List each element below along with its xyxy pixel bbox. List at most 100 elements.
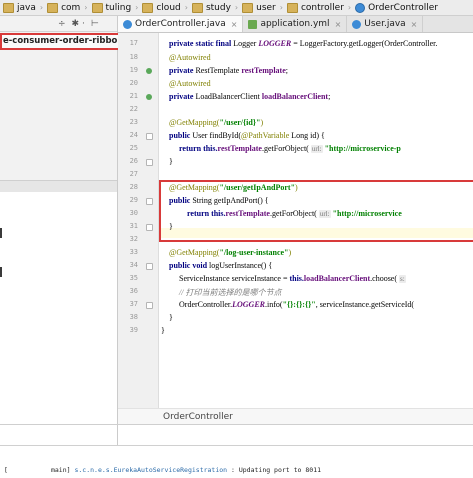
java-class-icon [352, 19, 362, 29]
module-node-highlighted[interactable]: e-consumer-order-ribbon] [0, 33, 120, 50]
parameter-hint: s: [399, 275, 406, 283]
code-text: logUserInstance() { [209, 261, 273, 270]
code-line: private LoadBalancerClient loadBalancerC… [169, 92, 331, 101]
keyword: this. [289, 274, 304, 283]
line-number-gutter[interactable]: 17 18 19 20 21 22 23 24 25 26 27 28 29 3… [118, 33, 159, 408]
collapse-icon[interactable]: ÷ [58, 19, 66, 29]
line-number: 35 [129, 274, 138, 282]
code-line: @Autowired [169, 53, 211, 62]
annotation: @GetMapping( [169, 118, 220, 127]
folder-icon [47, 2, 59, 13]
fold-icon[interactable] [146, 133, 153, 140]
breadcrumb-cloud[interactable]: cloud [139, 0, 183, 15]
code-line: public void logUserInstance() { [169, 261, 272, 270]
line-number: 23 [129, 118, 138, 126]
folder-icon [142, 2, 154, 13]
tab-user-java[interactable]: User.java × [347, 16, 424, 32]
line-number: 37 [129, 300, 138, 308]
code-text: .choose( [370, 274, 398, 283]
java-class-icon [123, 19, 132, 29]
breadcrumb-java[interactable]: java [0, 0, 39, 15]
line-number: 32 [129, 235, 138, 243]
breadcrumb-label: tuling [105, 2, 132, 13]
parameter-hint: url: [310, 145, 323, 153]
line-number: 38 [129, 313, 138, 321]
console-thread: main] [50, 466, 71, 474]
console-line: [ main] s.c.n.e.s.EurekaAutoServiceRegis… [4, 466, 321, 474]
highlight-box [159, 180, 473, 242]
code-text: Long id) { [291, 131, 325, 140]
string-literal: "{}:{}:{}" [282, 300, 316, 309]
code-line: @Autowired [169, 79, 211, 88]
fold-icon[interactable] [146, 159, 153, 166]
code-line: } [169, 313, 173, 322]
folder-icon [242, 2, 254, 13]
code-text: OrderController. [179, 300, 233, 309]
close-icon[interactable]: × [231, 20, 238, 29]
breadcrumb-label: controller [300, 2, 344, 13]
string-literal: "/log-user-instance" [219, 248, 289, 257]
string-literal: "http://microservice-p [324, 144, 401, 153]
fold-icon[interactable] [146, 302, 153, 309]
bean-icon[interactable] [146, 94, 152, 100]
tab-ordercontroller-java[interactable]: OrderController.java × [118, 16, 244, 32]
annotation: @PathVariable [241, 131, 290, 140]
line-number: 18 [129, 53, 138, 61]
line-number: 31 [129, 222, 138, 230]
run-console[interactable]: [ main] s.c.n.e.s.EurekaAutoServiceRegis… [0, 445, 473, 478]
line-number: 26 [129, 157, 138, 165]
breadcrumb-tuling[interactable]: tuling [89, 0, 135, 15]
breadcrumb-study[interactable]: study [189, 0, 234, 15]
keyword: private [169, 66, 194, 75]
annotation: @GetMapping( [169, 248, 220, 257]
breadcrumb-com[interactable]: com [44, 0, 83, 15]
line-number: 20 [129, 79, 138, 87]
breadcrumb-ordercontroller[interactable]: OrderController [352, 0, 441, 15]
breadcrumb-user[interactable]: user [239, 0, 279, 15]
fold-icon[interactable] [146, 263, 153, 270]
keyword: private [169, 92, 194, 101]
breadcrumb-label: cloud [156, 2, 181, 13]
fold-icon[interactable] [146, 198, 153, 205]
breadcrumb-controller[interactable]: controller [284, 0, 347, 15]
keyword: return this. [179, 144, 218, 153]
breadcrumb-label: java [17, 2, 36, 13]
line-number: 30 [129, 209, 138, 217]
line-number: 29 [129, 196, 138, 204]
type-name: Logger [233, 39, 257, 48]
code-line: @GetMapping("/log-user-instance") [169, 248, 291, 257]
field-name: restTemplate [217, 144, 262, 153]
field-name: LOGGER [232, 300, 265, 309]
code-text: .getForObject( [261, 144, 309, 153]
type-name: LoadBalancerClient [195, 92, 260, 101]
console-logger: s.c.n.e.s.EurekaAutoServiceRegistration [74, 466, 228, 474]
structure-crumb[interactable]: OrderController [163, 412, 233, 422]
tab-application-yml[interactable]: application.yml × [243, 16, 348, 32]
editor-structure-breadcrumb[interactable]: OrderController [118, 408, 473, 425]
hide-pane-icon[interactable]: ⊢ [91, 19, 99, 29]
keyword: public void [169, 261, 208, 270]
folder-icon [191, 2, 203, 13]
settings-gear-icon[interactable]: ✱ · [72, 19, 85, 29]
breadcrumb-label: com [61, 2, 81, 13]
bean-icon[interactable] [146, 68, 152, 74]
fold-icon[interactable] [146, 224, 153, 231]
code-text: , serviceInstance.getServiceId( [315, 300, 415, 309]
code-editor[interactable]: private static final Logger LOGGER = Log… [159, 33, 473, 408]
close-icon[interactable]: × [335, 20, 342, 29]
structure-pane [0, 192, 117, 452]
line-number: 25 [129, 144, 138, 152]
project-pane: ÷ ✱ · ⊢ e-consumer-order-ribbon] [0, 16, 120, 477]
tree-marker [0, 267, 2, 277]
code-line: return this.restTemplate.getForObject( u… [179, 144, 401, 153]
line-number: 27 [129, 170, 138, 178]
code-text: .info( [265, 300, 283, 309]
project-toolbar: ÷ ✱ · ⊢ [0, 16, 117, 32]
code-text: User findById( [192, 131, 241, 140]
breadcrumb-label: user [256, 2, 276, 13]
keyword: public [169, 131, 191, 140]
code-line: private RestTemplate restTemplate; [169, 66, 288, 75]
console-message: : Updating port to 8011 [231, 466, 322, 474]
close-icon[interactable]: × [411, 20, 418, 29]
field-name: loadBalancerClient [261, 92, 329, 101]
